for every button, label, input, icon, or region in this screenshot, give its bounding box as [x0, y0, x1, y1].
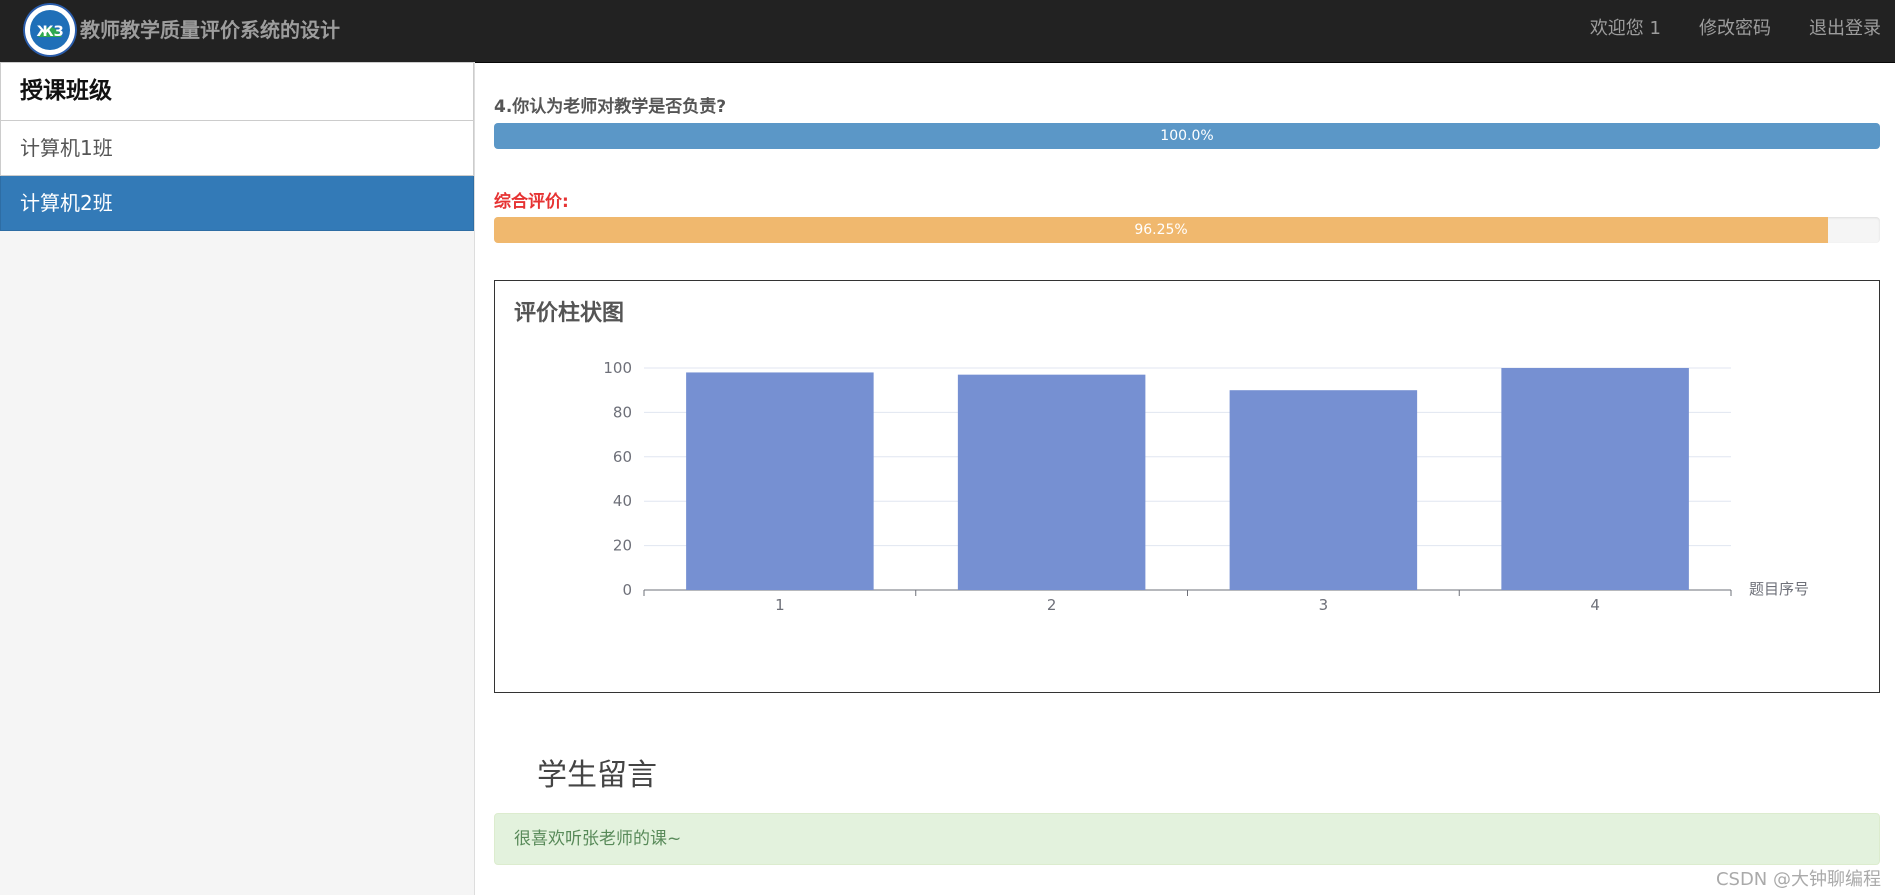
question-4-title: 4.你认为老师对教学是否负责?: [494, 97, 727, 117]
y-tick-label: 60: [613, 448, 632, 466]
watermark: CSDN @大钟聊编程: [1715, 869, 1881, 890]
messages-title: 学生留言: [537, 758, 657, 793]
change-password-link[interactable]: 修改密码: [1699, 0, 1771, 58]
x-tick-label: 4: [1590, 596, 1600, 614]
overall-progress: 96.25%: [494, 217, 1880, 243]
y-tick-label: 0: [622, 581, 632, 599]
welcome-user-link[interactable]: 欢迎您 1: [1590, 0, 1661, 58]
overall-progress-fill: 96.25%: [494, 217, 1829, 243]
bar-4: [1501, 368, 1689, 590]
question-4-progress-fill: 100.0%: [494, 123, 1880, 149]
overall-percent: 96.25%: [1134, 222, 1188, 238]
y-tick-label: 80: [613, 403, 632, 421]
navbar-links: 欢迎您 1 修改密码 退出登录: [1552, 0, 1881, 58]
y-tick-label: 40: [613, 492, 632, 510]
y-tick-label: 20: [613, 537, 632, 555]
logout-link[interactable]: 退出登录: [1809, 0, 1881, 58]
x-tick-label: 3: [1319, 596, 1329, 614]
sidebar-item-class-2[interactable]: 计算机2班: [0, 176, 474, 231]
bar-3: [1229, 390, 1418, 590]
bar-chart: 0 20 40 60 80 100 1 2 3 4 题目序号: [603, 359, 1809, 614]
x-tick-label: 2: [1047, 596, 1057, 614]
overall-rating-title: 综合评价:: [494, 192, 569, 212]
svg-text:ЖЗ: ЖЗ: [36, 24, 63, 40]
question-4-progress: 100.0%: [494, 123, 1880, 149]
question-4-percent: 100.0%: [1160, 128, 1214, 144]
message-text: 很喜欢听张老师的课~: [514, 829, 682, 849]
chart-panel: 评价柱状图 0 20 40 60 80 100 1 2 3 4 题目序号: [494, 280, 1880, 693]
x-axis-label: 题目序号: [1749, 580, 1809, 598]
top-navbar: ЖЗ 教师教学质量评价系统的设计 欢迎您 1 修改密码 退出登录: [0, 0, 1895, 63]
sidebar: 授课班级 计算机1班 计算机2班: [0, 62, 475, 895]
message-item: 很喜欢听张老师的课~: [494, 813, 1880, 865]
app-title[interactable]: 教师教学质量评价系统的设计: [80, 0, 340, 60]
school-logo-icon[interactable]: ЖЗ: [23, 3, 77, 57]
x-tick-label: 1: [775, 596, 785, 614]
sidebar-header: 授课班级: [0, 62, 474, 121]
bar-1: [686, 372, 874, 590]
bar-2: [957, 374, 1146, 590]
sidebar-title: 授课班级: [20, 78, 112, 104]
y-tick-label: 100: [603, 359, 632, 377]
sidebar-item-class-1[interactable]: 计算机1班: [0, 121, 474, 176]
